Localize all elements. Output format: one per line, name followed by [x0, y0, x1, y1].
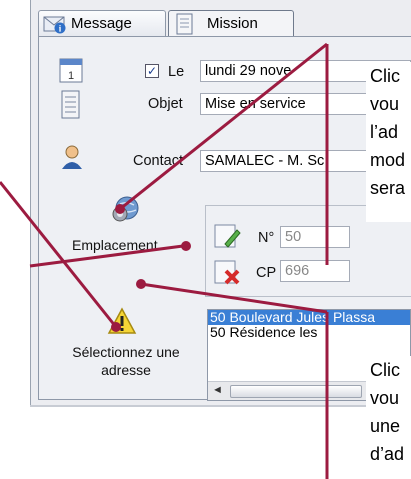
callout-lines [0, 42, 329, 479]
